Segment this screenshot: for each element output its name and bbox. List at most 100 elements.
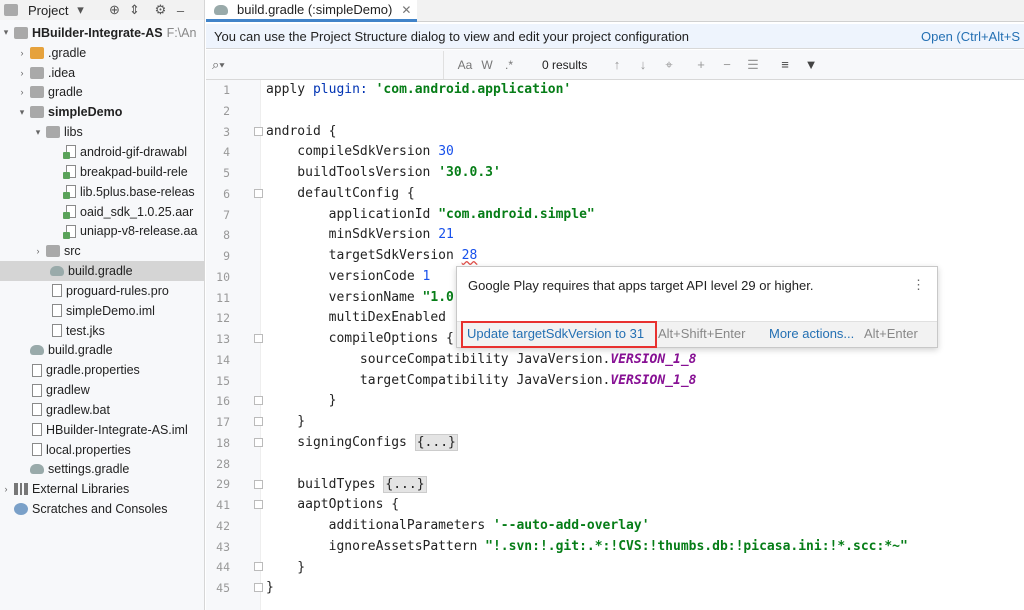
tree-item-build-gradle[interactable]: build.gradle [0,341,204,361]
search-icon[interactable]: ⌕▾ [206,57,234,73]
regex-toggle[interactable]: .* [498,58,520,72]
whole-words-toggle[interactable]: W [476,58,498,72]
module-folder-icon [30,106,44,119]
code-line: multiDexEnabled [266,310,447,325]
code-token: sourceCompatibility JavaVersion. [266,352,611,367]
file-icon [52,284,62,298]
fold-marker[interactable] [254,334,263,343]
tree-item-gradle[interactable]: › gradle [0,83,204,103]
tab-build-gradle[interactable]: build.gradle (:simpleDemo) ✕ [206,0,418,22]
library-file-icon [63,205,76,220]
code-line: versionName "1.0 [266,288,454,308]
chevron-right-icon[interactable]: › [0,484,12,494]
line-number: 10 [216,270,230,284]
select-all-occurrences-icon[interactable]: ☰ [740,57,766,73]
fold-marker[interactable] [254,396,263,405]
gradle-icon [30,345,44,356]
tree-item-file[interactable]: local.properties [0,440,204,460]
tree-item-file[interactable]: gradlew [0,380,204,400]
chevron-right-icon[interactable]: › [16,68,28,78]
editor-tab-bar: build.gradle (:simpleDemo) ✕ [206,0,1024,22]
code-token: versionCode [266,269,423,284]
search-results-count: 0 results [542,57,588,72]
tree-item-label: Scratches and Consoles [32,502,168,517]
match-case-toggle[interactable]: Aa [454,58,476,72]
tree-item-scratches[interactable]: Scratches and Consoles [0,499,204,519]
tree-item-file[interactable]: HBuilder-Integrate-AS.iml [0,420,204,440]
tree-item-root[interactable]: ▾ HBuilder-Integrate-AS F:\An [0,23,204,43]
folded-block[interactable]: {...} [414,434,458,451]
fold-marker[interactable] [254,583,263,592]
tree-item-file[interactable]: test.jks [0,321,204,341]
pin-icon[interactable]: ⌖ [656,57,682,73]
tree-item-label: build.gradle [68,264,133,279]
chevron-down-icon[interactable]: ▾ [72,2,88,18]
project-view-selector[interactable]: Project [28,3,68,18]
tree-item-label: HBuilder-Integrate-AS.iml [46,422,188,437]
tree-item-lib-file[interactable]: breakpad-build-rele [0,162,204,182]
target-sdk-warning-token[interactable]: 28 [462,248,478,263]
fold-marker[interactable] [254,189,263,198]
tree-item-lib-file[interactable]: uniapp-v8-release.aa [0,221,204,241]
fold-marker[interactable] [254,562,263,571]
fold-marker[interactable] [254,417,263,426]
code-token: signingConfigs [266,435,415,450]
search-input[interactable] [234,50,444,79]
code-token: '30.0.3' [438,165,501,180]
gear-icon[interactable]: ⚙ [152,2,168,18]
fold-marker[interactable] [254,127,263,136]
line-number: 6 [223,187,230,201]
folded-block[interactable]: {...} [383,476,427,493]
close-icon[interactable]: ✕ [401,3,411,17]
chevron-right-icon[interactable]: › [16,87,28,97]
minimize-icon[interactable]: – [172,2,188,18]
folder-icon [30,46,44,59]
fold-marker[interactable] [254,480,263,489]
tree-item-file[interactable]: gradle.properties [0,360,204,380]
code-line: } [266,580,274,595]
fold-marker[interactable] [254,500,263,509]
tree-item-label: build.gradle [48,343,113,358]
tree-item-settings-gradle[interactable]: settings.gradle [0,460,204,480]
code-token: "!.svn:!.git:.*:!CVS:!thumbs.db:!picasa.… [485,539,908,554]
arrow-down-icon[interactable]: ↓ [630,57,656,72]
chevron-right-icon[interactable]: › [32,246,44,256]
tree-item-src[interactable]: › src [0,241,204,261]
scratches-icon [14,503,28,516]
target-icon[interactable]: ⊕ [106,2,122,18]
collapse-icon[interactable]: ⇕ [126,2,142,18]
arrow-up-icon[interactable]: ↑ [604,57,630,72]
tree-item-gradle-dir[interactable]: › .gradle [0,43,204,63]
file-icon [32,403,42,417]
code-line: } [266,414,306,429]
more-actions-link[interactable]: More actions... [769,326,854,341]
fold-marker[interactable] [254,438,263,447]
filter-lines-icon[interactable]: ≡ [772,57,798,72]
filter-icon[interactable]: ▼ [798,57,824,72]
tree-item-external-libraries[interactable]: › External Libraries [0,479,204,499]
tree-item-label: local.properties [46,442,131,457]
tree-item-lib-file[interactable]: android-gif-drawabl [0,142,204,162]
tree-item-label: uniapp-v8-release.aa [80,224,198,239]
project-view-icon [4,4,18,16]
tree-item-lib-file[interactable]: lib.5plus.base-releas [0,182,204,202]
open-project-structure-link[interactable]: Open (Ctrl+Alt+S [921,29,1020,44]
chevron-down-icon[interactable]: ▾ [16,107,28,118]
tree-item-lib-file[interactable]: oaid_sdk_1.0.25.aar [0,202,204,222]
add-occurrence-icon[interactable]: + [688,57,714,72]
tree-item-idea[interactable]: › .idea [0,63,204,83]
tree-item-file[interactable]: simpleDemo.iml [0,301,204,321]
tree-item-file[interactable]: proguard-rules.pro [0,281,204,301]
tree-item-libs[interactable]: ▾ libs [0,122,204,142]
chevron-down-icon[interactable]: ▾ [32,127,44,138]
tree-item-simpledemo[interactable]: ▾ simpleDemo [0,102,204,122]
tree-item-label: gradle [48,85,83,100]
remove-occurrence-icon[interactable]: − [714,57,740,72]
chevron-down-icon[interactable]: ▾ [0,27,12,38]
chevron-right-icon[interactable]: › [16,48,28,58]
tree-item-label: External Libraries [32,482,130,497]
tree-item-label: gradle.properties [46,363,140,378]
tree-item-build-gradle-module[interactable]: build.gradle [0,261,204,281]
more-options-icon[interactable]: ⋮ [912,277,925,293]
tree-item-file[interactable]: gradlew.bat [0,400,204,420]
